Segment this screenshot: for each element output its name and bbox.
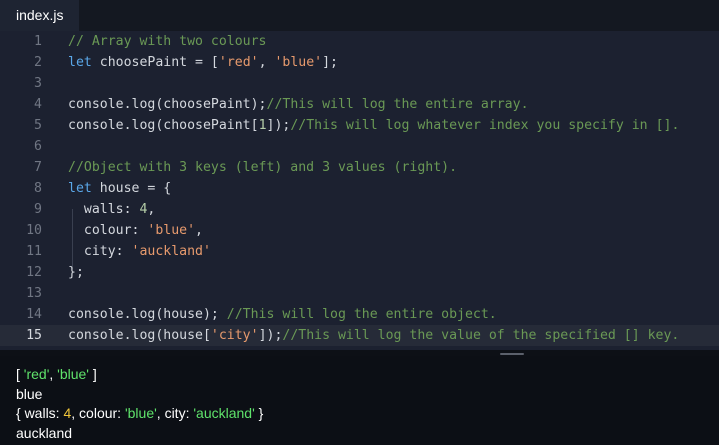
code-token: , <box>195 223 203 238</box>
code-token: let <box>68 181 92 196</box>
code-text: console.log(house); //This will log the … <box>68 304 497 325</box>
code-token: //This will log the entire array. <box>266 97 529 112</box>
code-text: console.log(house['city']);//This will l… <box>68 325 679 346</box>
code-token: colour: <box>68 223 148 238</box>
code-text: walls: 4, <box>68 199 156 220</box>
code-line[interactable]: 11 city: 'auckland' <box>0 241 719 262</box>
code-token: }; <box>68 265 84 280</box>
code-line[interactable]: 13 <box>0 283 719 304</box>
console-token: auckland <box>16 424 73 441</box>
tab-bar: index.js <box>0 0 719 31</box>
code-token: // Array with two colours <box>68 34 267 49</box>
code-token: 'blue' <box>274 55 323 70</box>
code-line[interactable]: 1 // Array with two colours <box>0 31 719 52</box>
code-token: let <box>68 55 92 70</box>
code-token: 'auckland' <box>131 244 211 259</box>
code-text: let choosePaint = ['red', 'blue']; <box>68 52 338 73</box>
code-line[interactable]: 12}; <box>0 262 719 283</box>
console-token: ] <box>88 366 97 382</box>
console-output: [ 'red', 'blue' ] blue{ walls: 4, colour:… <box>0 356 719 445</box>
code-token: 'blue' <box>147 223 196 238</box>
line-number: 7 <box>34 160 42 175</box>
code-line[interactable]: 14 console.log(house); //This will log th… <box>0 304 719 325</box>
splitter-handle-icon[interactable] <box>500 353 524 355</box>
line-number: 9 <box>34 202 42 217</box>
code-token: ]); <box>258 328 283 343</box>
console-token: 'red' <box>23 366 50 382</box>
code-token: city: <box>68 244 132 259</box>
code-text: // Array with two colours <box>68 31 267 52</box>
console-token: , colour: <box>71 405 125 421</box>
code-text: console.log(choosePaint[1]);//This will … <box>68 115 679 136</box>
code-token: //This will log whatever index you speci… <box>290 118 680 133</box>
line-number: 3 <box>34 76 42 91</box>
line-number: 5 <box>34 118 42 133</box>
line-number: 14 <box>26 307 42 322</box>
console-token: } <box>254 405 264 421</box>
code-line[interactable]: 7 //Object with 3 keys (left) and 3 value… <box>0 157 719 178</box>
console-token: blue <box>16 385 43 402</box>
code-token: console.log(house[ <box>68 328 211 343</box>
code-token: console.log(choosePaint); <box>68 97 267 112</box>
code-text: //Object with 3 keys (left) and 3 values… <box>68 157 457 178</box>
code-line[interactable]: 10 colour: 'blue', <box>0 220 719 241</box>
console-line: blue <box>16 385 42 404</box>
tab-index-js[interactable]: index.js <box>0 0 80 31</box>
console-token: 'blue' <box>57 366 89 382</box>
console-token: 'blue' <box>124 405 157 421</box>
line-number: 15 <box>26 328 42 343</box>
line-number: 4 <box>34 97 42 112</box>
code-token: house = { <box>91 181 172 196</box>
code-text: let house = { <box>68 178 171 199</box>
line-number: 12 <box>26 265 42 280</box>
console-line: [ 'red', 'blue' ] <box>16 365 97 384</box>
line-number: 13 <box>26 286 42 301</box>
code-line[interactable]: 4 console.log(choosePaint);//This will lo… <box>0 94 719 115</box>
code-text: city: 'auckland' <box>68 241 211 262</box>
console-line: auckland <box>16 424 72 443</box>
console-token: 'auckland' <box>193 405 255 421</box>
console-token: { walls: <box>16 405 64 421</box>
code-text: colour: 'blue', <box>68 220 203 241</box>
code-token: //This will log the entire object. <box>226 307 497 322</box>
code-token: , <box>147 202 156 217</box>
line-number: 6 <box>34 139 42 154</box>
line-number: 11 <box>26 244 42 259</box>
line-number: 8 <box>34 181 42 196</box>
console-token: [ <box>16 366 24 382</box>
code-line[interactable]: 3 <box>0 73 719 94</box>
line-number: 10 <box>26 223 42 238</box>
code-token: //Object with 3 keys (left) and 3 values… <box>68 160 458 175</box>
code-token: ]); <box>266 118 291 133</box>
code-token: ]; <box>322 55 338 70</box>
code-text: }; <box>68 262 84 283</box>
code-line[interactable]: 15 console.log(house['city']);//This will… <box>0 325 719 346</box>
console-token: , city: <box>156 405 194 421</box>
code-editor[interactable]: 1 // Array with two colours 2 let choosePai… <box>0 31 719 350</box>
code-token: 'red' <box>218 55 259 70</box>
code-token: choosePaint = [ <box>91 55 219 70</box>
console-line: { walls: 4, colour: 'blue', city: 'auckl… <box>16 404 263 423</box>
code-token: walls: <box>68 202 140 217</box>
code-token: 'city' <box>210 328 259 343</box>
code-line[interactable]: 8 let house = { <box>0 178 719 199</box>
code-text: console.log(choosePaint);//This will log… <box>68 94 529 115</box>
line-number: 2 <box>34 55 42 70</box>
code-line[interactable]: 9 walls: 4, <box>0 199 719 220</box>
console-token: , <box>49 366 58 382</box>
code-token: , <box>258 55 275 70</box>
code-token: 1 <box>258 118 267 133</box>
code-line[interactable]: 2 let choosePaint = ['red', 'blue']; <box>0 52 719 73</box>
code-playground: index.js 1 // Array with two colours 2 let … <box>0 0 719 445</box>
code-line[interactable]: 6 <box>0 136 719 157</box>
code-token: console.log(house); <box>68 307 227 322</box>
code-line[interactable]: 5 console.log(choosePaint[1]);//This will… <box>0 115 719 136</box>
line-number: 1 <box>34 34 42 49</box>
code-token: console.log(choosePaint[ <box>68 118 259 133</box>
code-token: //This will log the value of the specifi… <box>282 328 680 343</box>
